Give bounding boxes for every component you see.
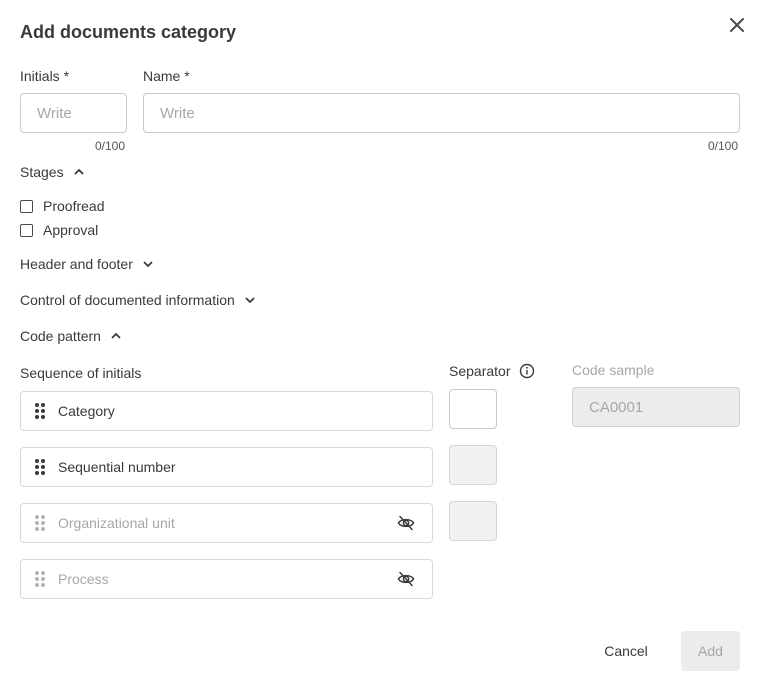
header-footer-label: Header and footer bbox=[20, 256, 133, 272]
drag-handle-icon[interactable] bbox=[35, 571, 45, 587]
chevron-down-icon bbox=[245, 297, 255, 304]
chevron-down-icon bbox=[143, 261, 153, 268]
code-sample-label: Code sample bbox=[572, 362, 655, 378]
checkbox-proofread[interactable]: Proofread bbox=[20, 198, 104, 214]
chevron-up-icon bbox=[73, 168, 84, 175]
checkbox-box[interactable] bbox=[20, 199, 33, 213]
sequence-item-sequential-number[interactable]: Sequential number bbox=[20, 447, 433, 487]
eye-off-icon[interactable] bbox=[397, 570, 415, 588]
initials-placeholder: Write bbox=[37, 104, 72, 122]
drag-handle-icon[interactable] bbox=[35, 459, 45, 475]
separator-input-2 bbox=[449, 445, 497, 485]
name-input[interactable]: Write bbox=[143, 93, 740, 133]
sequence-item-label: Category bbox=[58, 403, 115, 419]
header-footer-toggle[interactable]: Header and footer bbox=[20, 256, 155, 272]
chevron-up-icon bbox=[111, 332, 121, 339]
separator-header: Separator bbox=[449, 363, 535, 379]
close-icon bbox=[730, 18, 744, 32]
sequence-item-label: Organizational unit bbox=[58, 515, 175, 531]
add-button[interactable]: Add bbox=[681, 631, 740, 671]
control-info-toggle[interactable]: Control of documented information bbox=[20, 292, 257, 308]
initials-counter: 0/100 bbox=[95, 139, 126, 153]
sequence-item-label: Process bbox=[58, 571, 109, 587]
close-button[interactable] bbox=[727, 15, 747, 35]
checkbox-approval[interactable]: Approval bbox=[20, 222, 98, 238]
sequence-item-process[interactable]: Process bbox=[20, 559, 433, 599]
code-pattern-toggle[interactable]: Code pattern bbox=[20, 328, 123, 344]
name-placeholder: Write bbox=[160, 104, 195, 122]
info-icon[interactable] bbox=[519, 363, 535, 379]
name-label: Name * bbox=[143, 68, 190, 84]
cancel-button[interactable]: Cancel bbox=[596, 631, 656, 671]
stages-label: Stages bbox=[20, 164, 64, 180]
control-info-label: Control of documented information bbox=[20, 292, 235, 308]
eye-off-icon[interactable] bbox=[397, 514, 415, 532]
initials-input[interactable]: Write bbox=[20, 93, 127, 133]
checkbox-label: Proofread bbox=[43, 198, 105, 214]
initials-label: Initials * bbox=[20, 68, 70, 84]
sequence-item-label: Sequential number bbox=[58, 459, 176, 475]
stages-toggle[interactable]: Stages bbox=[20, 164, 86, 180]
code-sample-value: CA0001 bbox=[589, 398, 644, 416]
sequence-label: Sequence of initials bbox=[20, 365, 142, 381]
code-sample-field: CA0001 bbox=[572, 387, 740, 427]
sequence-item-category[interactable]: Category bbox=[20, 391, 433, 431]
separator-input-1[interactable] bbox=[449, 389, 497, 429]
checkbox-box[interactable] bbox=[20, 223, 33, 237]
checkbox-label: Approval bbox=[43, 222, 99, 238]
drag-handle-icon[interactable] bbox=[35, 515, 45, 531]
sequence-item-organizational-unit[interactable]: Organizational unit bbox=[20, 503, 433, 543]
dialog-title: Add documents category bbox=[20, 22, 237, 42]
separator-label: Separator bbox=[449, 363, 511, 379]
name-counter: 0/100 bbox=[708, 139, 739, 153]
drag-handle-icon[interactable] bbox=[35, 403, 45, 419]
separator-input-3 bbox=[449, 501, 497, 541]
code-pattern-label: Code pattern bbox=[20, 328, 101, 344]
